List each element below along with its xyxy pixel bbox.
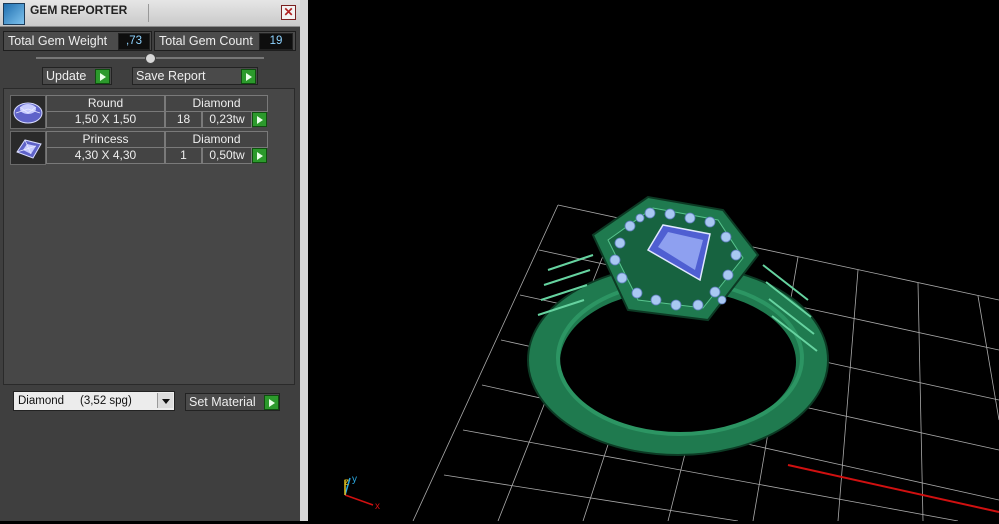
total-gem-count-box: Total Gem Count 19 (154, 31, 296, 51)
gem-count: 18 (165, 111, 202, 128)
3d-viewport[interactable]: x y z (308, 0, 999, 522)
play-icon (264, 395, 279, 410)
gem-size: 1,50 X 1,50 (46, 111, 165, 128)
close-button[interactable]: ✕ (281, 5, 296, 20)
gem-weight: 0,23tw (202, 111, 252, 128)
update-button-label: Update (46, 69, 87, 83)
gem-type: Diamond (165, 131, 268, 148)
ring-model (527, 195, 829, 456)
material-dropdown[interactable]: Diamond (3,52 spg) (13, 391, 175, 411)
x-axis-line (787, 464, 999, 513)
y-axis-label: y (352, 474, 357, 485)
gem-type: Diamond (165, 95, 268, 112)
material-selected-value: Diamond (3,52 spg) (18, 395, 132, 407)
gem-shape: Princess (46, 131, 165, 148)
viewport-canvas: x y z (344, 195, 999, 522)
total-gem-count-label: Total Gem Count (159, 34, 253, 48)
gem-weight: 0,50tw (202, 147, 252, 164)
chevron-down-icon[interactable] (157, 393, 173, 408)
round-gem-icon (10, 95, 46, 129)
play-icon[interactable] (252, 148, 267, 163)
update-button[interactable]: Update (42, 67, 112, 85)
set-material-button[interactable]: Set Material (185, 393, 280, 411)
gem-count: 1 (165, 147, 202, 164)
play-icon (95, 69, 110, 84)
save-report-button-label: Save Report (136, 69, 206, 83)
save-report-button[interactable]: Save Report (132, 67, 258, 85)
title-separator (148, 4, 149, 22)
play-icon (241, 69, 256, 84)
gem-row-princess[interactable]: Princess Diamond 4,30 X 4,30 1 0,50tw (10, 131, 270, 165)
gem-size: 4,30 X 4,30 (46, 147, 165, 164)
princess-gem-icon (10, 131, 46, 165)
play-icon[interactable] (252, 112, 267, 127)
panel-divider[interactable] (300, 0, 308, 521)
axis-gizmo: x y z (344, 474, 380, 512)
slider-handle[interactable] (145, 53, 156, 64)
app-icon (3, 3, 25, 25)
x-axis-label: x (375, 501, 380, 512)
total-gem-count-value: 19 (259, 33, 293, 50)
z-axis-label: z (344, 477, 349, 488)
gem-shape: Round (46, 95, 165, 112)
total-gem-weight-value: ,73 (118, 33, 150, 50)
window-title: GEM REPORTER (30, 3, 128, 17)
total-gem-weight-box: Total Gem Weight ,73 (3, 31, 152, 51)
gem-row-round[interactable]: Round Diamond 1,50 X 1,50 18 0,23tw (10, 95, 270, 129)
gem-list: Round Diamond 1,50 X 1,50 18 0,23tw Prin… (3, 88, 295, 385)
gem-reporter-panel: GEM REPORTER ✕ Total Gem Weight ,73 Tota… (0, 0, 300, 521)
title-bar: GEM REPORTER ✕ (0, 0, 300, 27)
set-material-button-label: Set Material (189, 395, 256, 409)
total-gem-weight-label: Total Gem Weight (8, 34, 108, 48)
